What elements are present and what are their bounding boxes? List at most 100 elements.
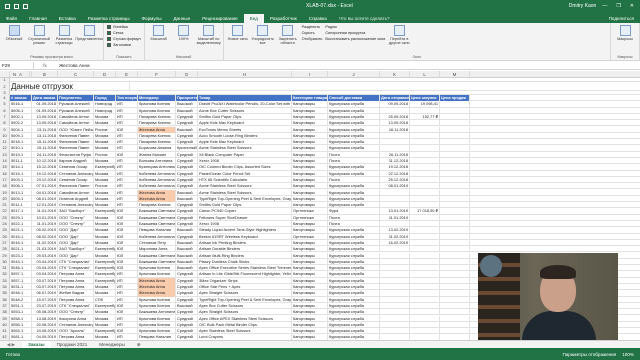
redo-icon[interactable] [23, 3, 28, 9]
checkbox-icon[interactable] [107, 25, 111, 29]
fx-icon[interactable]: fx [34, 63, 56, 68]
window-option-1-0[interactable]: Рядом [325, 25, 385, 29]
ribbon-tab-1[interactable]: Главная [23, 14, 52, 23]
show-option-label: Сетка [113, 31, 124, 35]
ribbon-tab-3[interactable]: Разметка страницы [82, 14, 136, 23]
view-label-3: Представления [75, 37, 103, 41]
window-icon-2 [282, 25, 294, 36]
webcam-overlay [478, 253, 618, 348]
column-header-D[interactable]: D [94, 71, 116, 78]
column-header-J[interactable]: J [328, 71, 380, 78]
window-title: XLAB-07.xlsx - Excel [306, 3, 353, 9]
switch-windows-icon [393, 25, 405, 36]
view-label-2: Разметка страницы [55, 37, 73, 45]
column-header-B[interactable]: B [32, 71, 58, 78]
quick-access-toolbar [0, 3, 90, 9]
view-button-3[interactable]: Представления [75, 25, 103, 55]
title-bar: XLAB-07.xlsx - Excel Dmitry Kaon — ❐ ✕ [0, 0, 640, 12]
zoom-label-0: Масштаб [150, 37, 167, 41]
save-icon[interactable] [5, 3, 10, 9]
checkbox-icon[interactable] [107, 43, 111, 47]
column-header-K[interactable]: K [380, 71, 410, 78]
show-option-1[interactable]: Сетка [107, 31, 141, 35]
view-label-1: Страничный режим [28, 37, 50, 45]
view-icon-1 [33, 25, 45, 36]
show-option-label: Линейка [113, 25, 128, 29]
group-window-label: Окно [412, 55, 421, 59]
group-views: Обычный Страничный режим Разметка страницы… [0, 23, 104, 60]
window-icon-0 [232, 25, 244, 36]
display-settings[interactable]: Параметры отображения [562, 352, 616, 357]
restore-button[interactable]: ❐ [616, 3, 620, 9]
ribbon-tab-5[interactable]: Данные [168, 14, 197, 23]
zoom-level[interactable]: 100% [622, 352, 634, 357]
window-icon-1 [257, 25, 269, 36]
ribbon-tab-10[interactable]: Что вы хотите сделать? [333, 14, 396, 23]
window-button-1[interactable]: Упорядочить все [251, 25, 274, 55]
zoom-label-2: Масштаб по выделенному [196, 37, 221, 45]
window-controls: — ❐ ✕ [602, 3, 640, 9]
window-label-1: Упорядочить все [251, 37, 274, 45]
view-label-0: Обычный [5, 37, 23, 41]
column-header-G[interactable]: G [176, 71, 198, 78]
view-button-2[interactable]: Разметка страницы [53, 25, 75, 55]
formula-input[interactable]: Жестова Анна [56, 63, 90, 68]
name-box[interactable]: F29 [0, 62, 34, 69]
group-zoom-label: Масштаб [175, 55, 192, 59]
window-option-1-1[interactable]: Синхронная прокрутка [325, 31, 385, 35]
sheet-nav-arrows[interactable]: ◀ ▶ [0, 342, 22, 348]
globe [480, 255, 502, 277]
share-button[interactable]: Поделиться [609, 14, 640, 23]
cell[interactable]: Данные отгрузок [10, 82, 130, 91]
ribbon: Обычный Страничный режим Разметка страницы… [0, 23, 640, 61]
zoom-button-0[interactable]: Масштаб [148, 25, 170, 55]
column-headers: ABCDEFGHIJKLMN [0, 71, 640, 78]
column-header-H[interactable]: H [198, 71, 292, 78]
view-button-1[interactable]: Страничный режим [28, 25, 50, 55]
window-button-0[interactable]: Новое окно [227, 25, 249, 55]
ribbon-tab-7[interactable]: Вид [243, 14, 264, 23]
macros-button[interactable]: Макросы [614, 25, 636, 55]
column-header-C[interactable]: C [58, 71, 94, 78]
view-icon-0 [8, 25, 20, 36]
show-option-2[interactable]: Строка формул [107, 37, 141, 41]
zoom-button-1[interactable]: 100% [173, 25, 195, 55]
show-option-label: Заголовки [113, 43, 131, 47]
minimize-button[interactable]: — [602, 3, 607, 9]
window-label-2: Закрепить области [278, 37, 297, 45]
undo-icon[interactable] [14, 3, 19, 9]
show-option-3[interactable]: Заголовки [107, 43, 141, 47]
user-name[interactable]: Dmitry Kaon [569, 3, 603, 9]
column-header-F[interactable]: F [138, 71, 176, 78]
checkbox-icon[interactable] [107, 37, 111, 41]
window-option-0-2[interactable]: Отобразить [302, 37, 323, 41]
close-button[interactable]: ✕ [630, 3, 634, 9]
column-header-I[interactable]: I [292, 71, 328, 78]
ribbon-tab-6[interactable]: Рецензирование [196, 14, 243, 23]
window-option-0-1[interactable]: Скрыть [302, 31, 323, 35]
column-header-L[interactable]: L [410, 71, 440, 78]
sheet-title-row: 2 Данные отгрузок [0, 82, 640, 91]
switch-windows-button[interactable]: Перейти в другое окно [388, 25, 410, 55]
zoom-icon-2 [203, 25, 215, 36]
ribbon-tab-0[interactable]: Файл [0, 14, 23, 23]
formula-bar: F29 fx Жестова Анна [0, 62, 640, 70]
presenter-hair [540, 265, 576, 279]
zoom-button-2[interactable]: Масштаб по выделенному [196, 25, 221, 55]
ribbon-tab-4[interactable]: Формулы [136, 14, 168, 23]
ribbon-tab-9[interactable]: Справка [303, 14, 333, 23]
group-macros: Макросы Макросы [611, 23, 640, 60]
window-button-2[interactable]: Закрепить области [277, 25, 299, 55]
checkbox-icon[interactable] [107, 31, 111, 35]
show-option-0[interactable]: Линейка [107, 25, 141, 29]
macros-icon [619, 25, 631, 36]
view-button-0[interactable]: Обычный [3, 25, 25, 55]
column-header-E[interactable]: E [116, 71, 138, 78]
ribbon-tabs: Файл Главная Вставка Разметка страницы Форму… [0, 12, 640, 23]
ribbon-tab-2[interactable]: Вставка [53, 14, 82, 23]
column-header-M[interactable]: M [440, 71, 470, 78]
ribbon-tab-8[interactable]: Разработчик [264, 14, 303, 23]
window-option-0-0[interactable]: Разделить [302, 25, 323, 29]
window-option-1-2[interactable]: Восстановить расположение окна [325, 37, 385, 41]
status-bar: Готово Параметры отображения 100% [0, 348, 640, 360]
